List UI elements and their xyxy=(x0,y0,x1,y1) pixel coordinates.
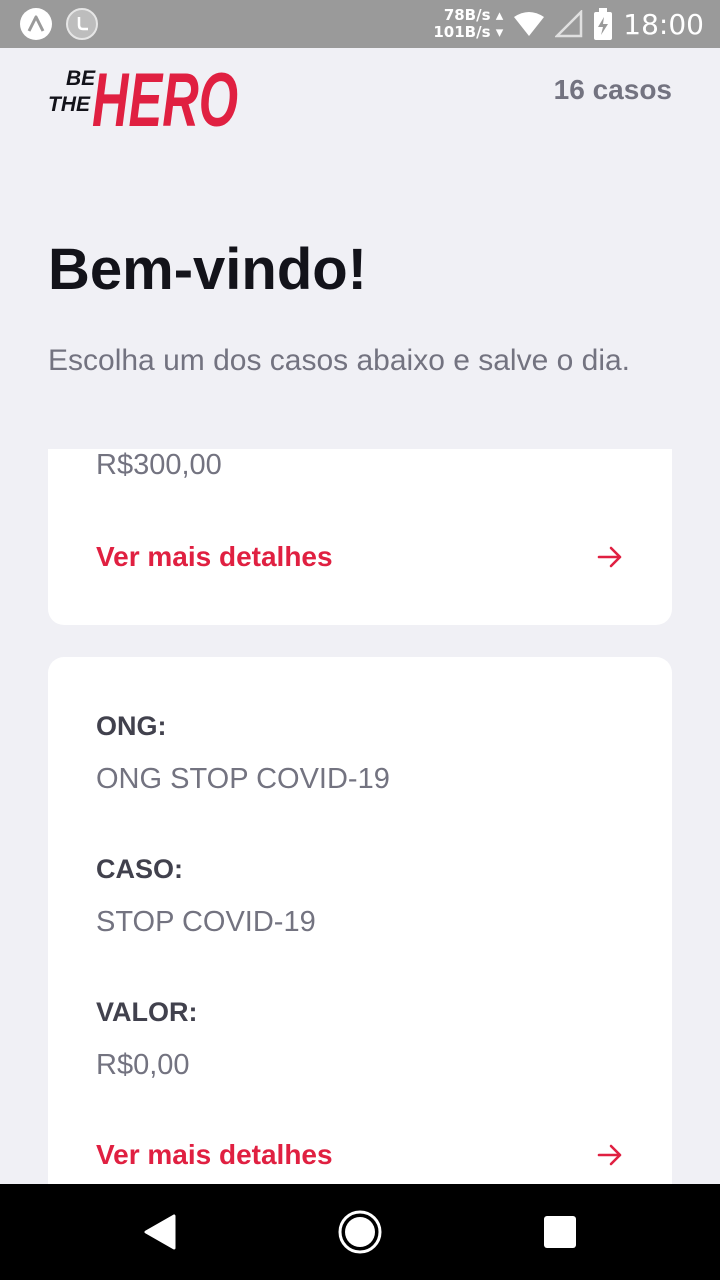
details-button-label: Ver mais detalhes xyxy=(96,541,333,572)
status-bar: 78B/s ▴ 101B/s ▾ 18:00 xyxy=(0,0,720,48)
home-circle-icon xyxy=(338,1210,382,1254)
network-speed: 78B/s ▴ 101B/s ▾ xyxy=(433,6,504,41)
home-button[interactable] xyxy=(334,1206,386,1258)
ong-label: ONG: xyxy=(96,711,167,741)
incident-card: ONG: ONG STOP COVID-19 CASO: STOP COVID-… xyxy=(48,657,672,1184)
incident-value: R$0,00 xyxy=(96,1049,190,1081)
page-title: Bem-vindo! xyxy=(48,237,367,302)
signal-icon xyxy=(555,10,583,38)
details-button[interactable]: Ver mais detalhes xyxy=(96,537,624,577)
ong-name: ONG STOP COVID-19 xyxy=(96,763,390,795)
page-subtitle: Escolha um dos casos abaixo e salve o di… xyxy=(48,344,630,377)
incident-list[interactable]: R$300,00 Ver mais detalhes ONG: ONG STOP… xyxy=(48,449,672,1184)
back-triangle-icon xyxy=(144,1214,176,1250)
arrow-right-icon xyxy=(597,546,622,568)
system-navigation-bar xyxy=(0,1184,720,1280)
details-button[interactable]: Ver mais detalhes xyxy=(96,1135,624,1175)
arrow-right-icon xyxy=(597,1144,622,1166)
incident-value: R$300,00 xyxy=(96,449,222,481)
phone-app-icon xyxy=(66,8,98,40)
app-header: BE THE HERO 16 casos xyxy=(48,48,672,134)
recents-square-icon xyxy=(544,1216,576,1248)
wifi-icon xyxy=(514,12,545,36)
value-label: VALOR: xyxy=(96,997,198,1027)
clock: 18:00 xyxy=(623,7,704,41)
back-button[interactable] xyxy=(134,1206,186,1258)
incident-card: R$300,00 Ver mais detalhes xyxy=(48,449,672,625)
details-button-label: Ver mais detalhes xyxy=(96,1139,333,1170)
be-the-hero-logo: BE THE HERO xyxy=(48,58,238,130)
svg-text:THE: THE xyxy=(48,93,91,116)
case-title: STOP COVID-19 xyxy=(96,906,316,938)
total-cases-count: 16 casos xyxy=(553,74,672,105)
battery-charging-icon xyxy=(594,8,613,40)
svg-text:HERO: HERO xyxy=(92,58,238,130)
case-label: CASO: xyxy=(96,854,183,884)
app-a-icon xyxy=(20,8,52,40)
recents-button[interactable] xyxy=(534,1206,586,1258)
